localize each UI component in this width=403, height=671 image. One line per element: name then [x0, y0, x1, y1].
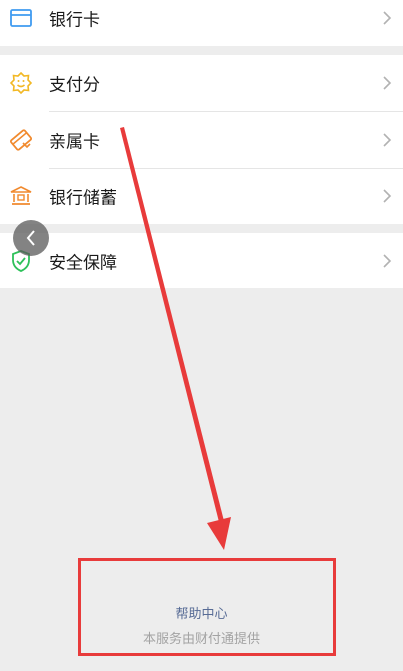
menu-item-family-card[interactable]: 亲属卡 [0, 112, 403, 168]
bank-savings-icon [9, 184, 33, 208]
chevron-right-icon [382, 132, 392, 148]
menu-item-pay-score[interactable]: 支付分 [0, 55, 403, 111]
card-group-bank: 银行卡 [0, 0, 403, 46]
wallet-page: 银行卡 支付分 亲属卡 银行储蓄 安全保障 帮助中心 本服务由财付通提供 [0, 0, 403, 671]
back-chevron-icon [26, 230, 35, 246]
menu-item-label: 亲属卡 [49, 132, 100, 153]
family-card-icon [9, 128, 33, 152]
card-group-services: 支付分 亲属卡 银行储蓄 [0, 55, 403, 224]
chevron-right-icon [382, 188, 392, 204]
pay-score-icon [9, 71, 33, 95]
menu-item-label: 银行卡 [49, 10, 100, 31]
chevron-right-icon [382, 75, 392, 91]
chevron-right-icon [382, 10, 392, 26]
menu-item-label: 支付分 [49, 75, 100, 96]
floating-back-button[interactable] [13, 220, 49, 256]
help-center-link[interactable]: 帮助中心 [0, 603, 403, 622]
provider-note: 本服务由财付通提供 [142, 632, 260, 647]
menu-item-label: 安全保障 [49, 253, 117, 274]
chevron-right-icon [382, 253, 392, 269]
menu-item-bank-savings[interactable]: 银行储蓄 [0, 168, 403, 224]
menu-item-security[interactable]: 安全保障 [0, 233, 403, 289]
menu-item-label: 银行储蓄 [49, 188, 117, 209]
card-group-security: 安全保障 [0, 233, 403, 288]
menu-item-bank-card[interactable]: 银行卡 [0, 0, 403, 46]
bank-card-icon [9, 6, 33, 30]
